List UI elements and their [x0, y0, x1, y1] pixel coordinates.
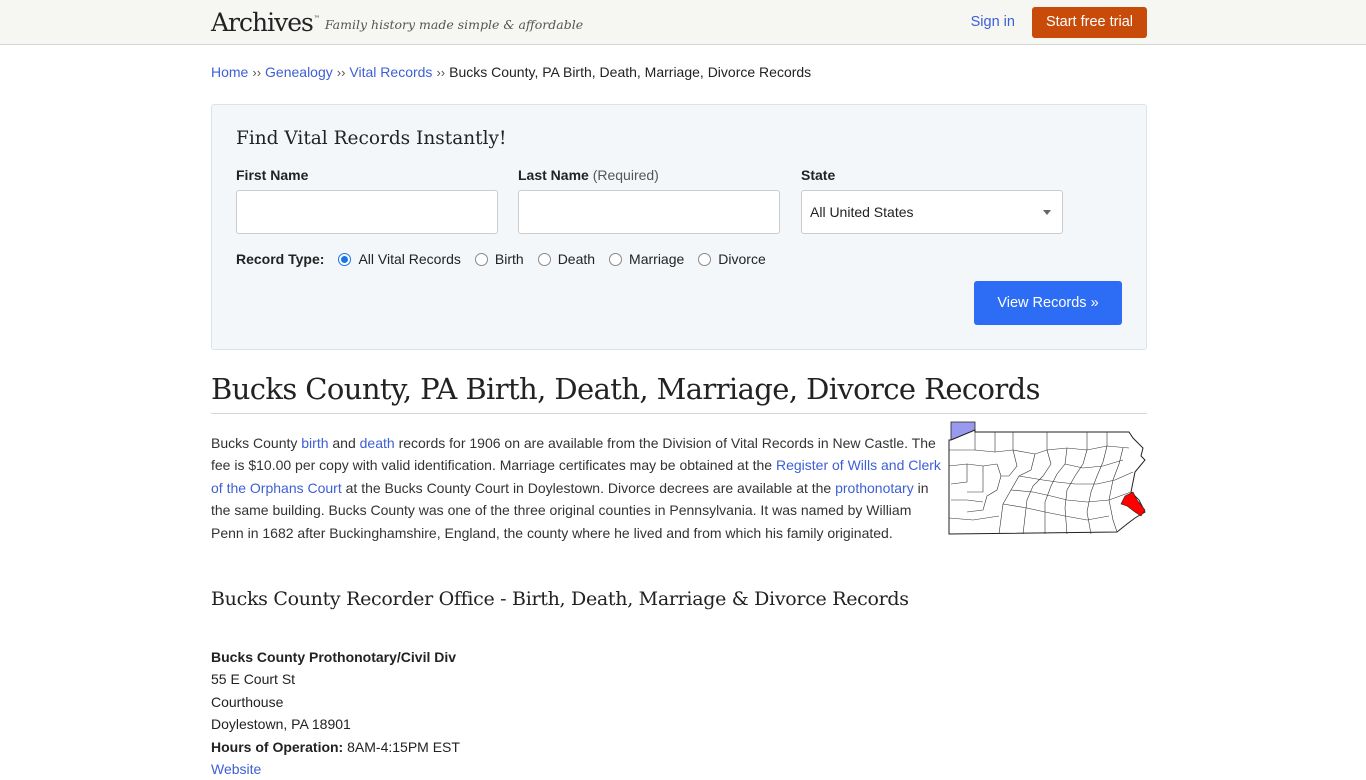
state-field-group: State All United States	[801, 167, 1063, 234]
record-type-group: Record Type: All Vital Records Birth Dea…	[236, 251, 780, 267]
intro-text: and	[328, 435, 360, 451]
office-address-line2: Courthouse	[211, 693, 284, 710]
birth-records-link[interactable]: birth	[301, 435, 328, 451]
view-records-button[interactable]: View Records »	[974, 281, 1122, 325]
site-tagline: Family history made simple & affordable	[324, 16, 584, 32]
required-hint: (Required)	[592, 167, 659, 183]
breadcrumb-separator: ››	[252, 65, 262, 80]
office-city: Doylestown, PA 18901	[211, 716, 351, 733]
hours-value: 8AM-4:15PM EST	[343, 738, 460, 755]
state-label: State	[801, 167, 836, 183]
radio-unchecked-icon[interactable]	[537, 252, 551, 266]
radio-unchecked-icon[interactable]	[474, 252, 488, 266]
death-records-link[interactable]: death	[360, 435, 395, 451]
radio-death[interactable]: Death	[537, 251, 596, 267]
radio-label: Divorce	[718, 251, 766, 267]
radio-divorce[interactable]: Divorce	[698, 251, 766, 267]
breadcrumb-vital-records[interactable]: Vital Records	[349, 64, 432, 80]
intro-section: Bucks County birth and death records for…	[211, 421, 1147, 544]
radio-label: Marriage	[629, 251, 685, 267]
intro-text: at the Bucks County Court in Doylestown.…	[341, 479, 836, 496]
last-name-input[interactable]	[518, 190, 780, 234]
first-name-input[interactable]	[236, 190, 498, 234]
last-name-label-text: Last Name	[518, 167, 589, 183]
breadcrumb-separator: ››	[336, 65, 346, 80]
radio-label: All Vital Records	[358, 251, 461, 267]
intro-text: Bucks County	[211, 435, 302, 451]
radio-unchecked-icon[interactable]	[609, 252, 623, 266]
radio-label: Death	[557, 251, 596, 267]
recorder-office-heading: Bucks County Recorder Office - Birth, De…	[211, 588, 909, 611]
radio-marriage[interactable]: Marriage	[609, 251, 684, 267]
intro-paragraph: Bucks County birth and death records for…	[211, 432, 946, 544]
site-logo[interactable]: Archives ™	[211, 10, 320, 35]
prothonotary-link[interactable]: prothonotary	[835, 480, 914, 496]
first-name-field-group: First Name	[236, 167, 498, 234]
office-details: Bucks County Prothonotary/Civil Div 55 E…	[211, 646, 1147, 780]
record-type-label: Record Type:	[236, 251, 325, 267]
office-address-line1: 55 E Court St	[211, 671, 296, 688]
breadcrumb-separator: ››	[436, 65, 446, 80]
office-hours: Hours of Operation: 8AM-4:15PM EST	[211, 736, 1147, 758]
search-form-title: Find Vital Records Instantly!	[236, 128, 507, 149]
vital-records-search-form: Find Vital Records Instantly! First Name…	[211, 104, 1147, 350]
last-name-label: Last Name (Required)	[518, 167, 780, 183]
breadcrumb: Home ›› Genealogy ›› Vital Records ›› Bucks Co…	[211, 64, 1147, 81]
hours-label: Hours of Operation:	[211, 738, 344, 755]
breadcrumb-home[interactable]: Home	[211, 64, 248, 80]
breadcrumb-current: Bucks County, PA Birth, Death, Marriage,…	[449, 64, 812, 80]
logo-trademark: ™	[313, 14, 320, 22]
first-name-label: First Name	[236, 167, 309, 183]
office-name: Bucks County Prothonotary/Civil Div	[211, 649, 457, 666]
office-website-link[interactable]: Website	[211, 761, 261, 777]
radio-birth[interactable]: Birth	[474, 251, 524, 267]
site-header: Archives ™ Family history made simple & …	[0, 0, 1366, 45]
state-selected-value: All United States	[810, 204, 914, 220]
chevron-down-icon	[1043, 210, 1051, 215]
state-select[interactable]: All United States	[801, 190, 1063, 234]
radio-all-vital-records[interactable]: All Vital Records	[338, 251, 461, 267]
last-name-field-group: Last Name (Required)	[518, 167, 780, 234]
logo-text: Archives	[211, 7, 314, 37]
main-container: Home ›› Genealogy ›› Vital Records ›› Bucks Co…	[211, 45, 1147, 780]
page-title: Bucks County, PA Birth, Death, Marriage,…	[211, 371, 1147, 414]
radio-checked-icon[interactable]	[338, 252, 352, 266]
breadcrumb-genealogy[interactable]: Genealogy	[265, 64, 333, 80]
pennsylvania-county-map	[948, 421, 1146, 535]
radio-label: Birth	[494, 251, 524, 267]
sign-in-link[interactable]: Sign in	[971, 14, 1015, 30]
radio-unchecked-icon[interactable]	[698, 252, 712, 266]
start-free-trial-button[interactable]: Start free trial	[1031, 6, 1147, 38]
